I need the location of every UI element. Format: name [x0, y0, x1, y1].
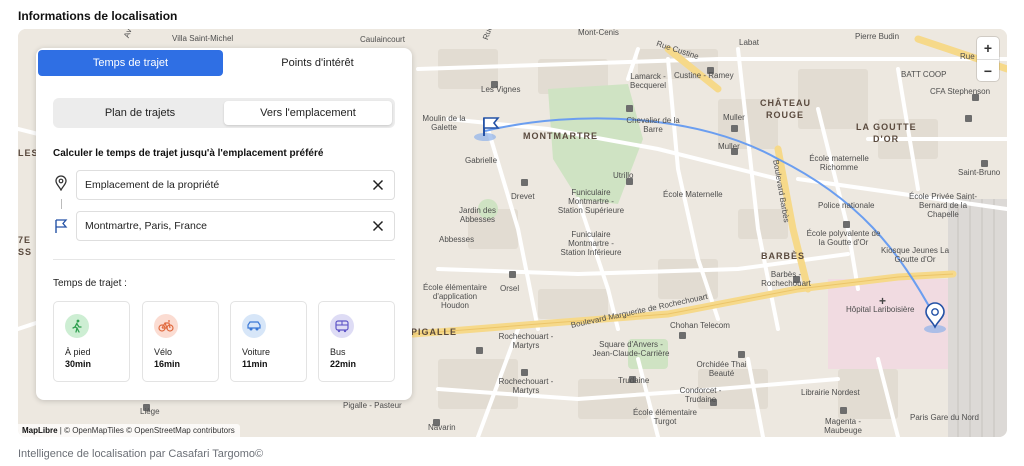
- mode-time: 11min: [242, 359, 268, 369]
- map-label-district: CHÂTEAU: [760, 98, 811, 108]
- map-label: Lamarck - Becquerel: [629, 72, 667, 90]
- map-label-district: MONTMARTRE: [523, 131, 598, 141]
- map-label: Jardin des Abbesses: [459, 206, 496, 224]
- map-label: Pierre Budin: [855, 32, 900, 41]
- map-label: Rochechouart - Martyrs: [498, 332, 554, 350]
- divider: [53, 259, 395, 260]
- zoom-in-button[interactable]: +: [977, 37, 999, 59]
- map-label: Villa Saint-Michel: [172, 34, 234, 43]
- map-attribution: MapLibre | © OpenMapTiles © OpenStreetMa…: [18, 424, 240, 437]
- map-label: Orsel: [500, 284, 520, 293]
- location-pin-icon: [55, 175, 67, 191]
- map-label-district: LA GOUTTE: [856, 122, 917, 132]
- clear-origin-icon[interactable]: [372, 179, 384, 191]
- panel-tabs: Temps de trajet Points d'intérêt: [36, 48, 412, 78]
- map-label: École élémentaire Turgot: [632, 408, 698, 426]
- map-label: BATT COOP: [901, 70, 947, 79]
- bus-icon: [330, 314, 354, 338]
- map-label: Labat: [739, 38, 760, 47]
- map-label: Paris Gare du Nord: [910, 413, 979, 422]
- map-label: Les Vignes: [481, 85, 521, 94]
- segment-route-plan[interactable]: Plan de trajets: [56, 101, 224, 125]
- map-label: Chevalier de la Barre: [626, 116, 680, 134]
- map-label: Police nationale: [818, 201, 875, 210]
- map-label: Liège: [140, 407, 160, 416]
- map-label-district: SS: [18, 247, 33, 257]
- origin-value: Emplacement de la propriété: [85, 179, 220, 191]
- mode-card-bike[interactable]: Vélo 16min: [142, 301, 219, 382]
- map-label: Muller: [718, 142, 740, 151]
- map-label: Moulin de la Galette: [422, 114, 466, 132]
- car-icon: [242, 314, 266, 338]
- map-label: École Privée Saint-Bernard de la Chapell…: [908, 192, 978, 219]
- travel-time-title: Temps de trajet :: [53, 278, 127, 289]
- origin-field[interactable]: Emplacement de la propriété: [76, 170, 395, 200]
- bike-icon: [154, 314, 178, 338]
- map-label: Funiculaire Montmartre - Station Inférie…: [560, 230, 622, 257]
- map-label: Condorcet - Trudaine: [679, 386, 722, 404]
- map-label: École Maternelle: [663, 190, 723, 199]
- calc-title: Calculer le temps de trajet jusqu'à l'em…: [53, 148, 324, 159]
- flag-icon: [55, 219, 68, 233]
- map-label: Trudaine: [618, 376, 650, 385]
- attribution-text[interactable]: | © OpenMapTiles © OpenStreetMap contrib…: [58, 426, 235, 435]
- map-label: Chohan Telecom: [670, 321, 730, 330]
- mode-label: Bus: [330, 347, 346, 357]
- map-label: Saint-Bruno: [958, 168, 1001, 177]
- walk-icon: [65, 314, 89, 338]
- mode-card-walk[interactable]: À pied 30min: [53, 301, 130, 382]
- map-label: Kiosque Jeunes La Goutte d'Or: [880, 246, 950, 264]
- zoom-out-button[interactable]: −: [977, 59, 999, 81]
- mode-label: À pied: [65, 347, 91, 357]
- map-label: Funiculaire Montmartre - Station Supérie…: [557, 188, 625, 215]
- map-label: Utrillo: [613, 171, 634, 180]
- map-label: Magenta - Maubeuge: [824, 417, 862, 435]
- destination-field[interactable]: Montmartre, Paris, France: [76, 211, 395, 241]
- map-label: Caulaincourt: [360, 35, 405, 44]
- mode-card-car[interactable]: Voiture 11min: [230, 301, 307, 382]
- map-label: Mont-Cenis: [578, 29, 619, 37]
- travel-panel: Temps de trajet Points d'intérêt Plan de…: [36, 48, 412, 400]
- tab-travel-time[interactable]: Temps de trajet: [38, 50, 223, 76]
- map-label: Librairie Nordest: [801, 388, 860, 397]
- map-label-district: ROUGE: [766, 110, 805, 120]
- map-label-district: PIGALLE: [411, 327, 458, 337]
- mode-segmented-control: Plan de trajets Vers l'emplacement: [53, 98, 395, 128]
- clear-destination-icon[interactable]: [372, 220, 384, 232]
- map-label: CFA Stephenson: [930, 87, 991, 96]
- mode-time: 30min: [65, 359, 92, 369]
- section-title: Informations de localisation: [18, 9, 178, 23]
- zoom-control: + −: [977, 37, 999, 81]
- destination-value: Montmartre, Paris, France: [85, 220, 207, 232]
- mode-time: 22min: [330, 359, 357, 369]
- map-label: École polyvalente de la Goutte d'Or: [806, 229, 881, 247]
- map-label: Navarin: [428, 423, 456, 432]
- mode-label: Vélo: [154, 347, 173, 357]
- map-label: Abbesses: [439, 235, 475, 244]
- route-connector: [60, 199, 62, 209]
- map-label: Hôpital Lariboisière: [846, 305, 915, 314]
- map-label: Pigalle - Pasteur: [343, 401, 402, 410]
- segment-to-location[interactable]: Vers l'emplacement: [224, 101, 392, 125]
- map-label: Drevet: [511, 192, 535, 201]
- map-label: Barbès - Rochechouart: [761, 270, 811, 288]
- mode-time: 16min: [154, 359, 181, 369]
- tab-points-of-interest[interactable]: Points d'intérêt: [225, 50, 410, 76]
- map-label: Gabrielle: [465, 156, 498, 165]
- mode-label: Voiture: [242, 347, 271, 357]
- footer-credit: Intelligence de localisation par Casafar…: [18, 448, 264, 460]
- map-label: Muller: [723, 113, 745, 122]
- map-label: Custine - Ramey: [674, 71, 734, 80]
- map-label-district: 7E: [18, 235, 32, 245]
- map-label: Orchidée Thai Beauté: [696, 360, 747, 378]
- map-label-district: D'OR: [873, 134, 900, 144]
- map-label: Rochechouart - Martyrs: [498, 377, 554, 395]
- mode-card-bus[interactable]: Bus 22min: [318, 301, 395, 382]
- map-label-district: BARBÈS: [761, 251, 806, 261]
- attribution-brand-link[interactable]: MapLibre: [22, 426, 58, 435]
- map-label: École élémentaire d'application Houdon: [422, 283, 488, 310]
- map-label: École maternelle Richomme: [809, 154, 869, 172]
- map-label: Square d'Anvers - Jean-Claude-Carrière: [592, 340, 670, 358]
